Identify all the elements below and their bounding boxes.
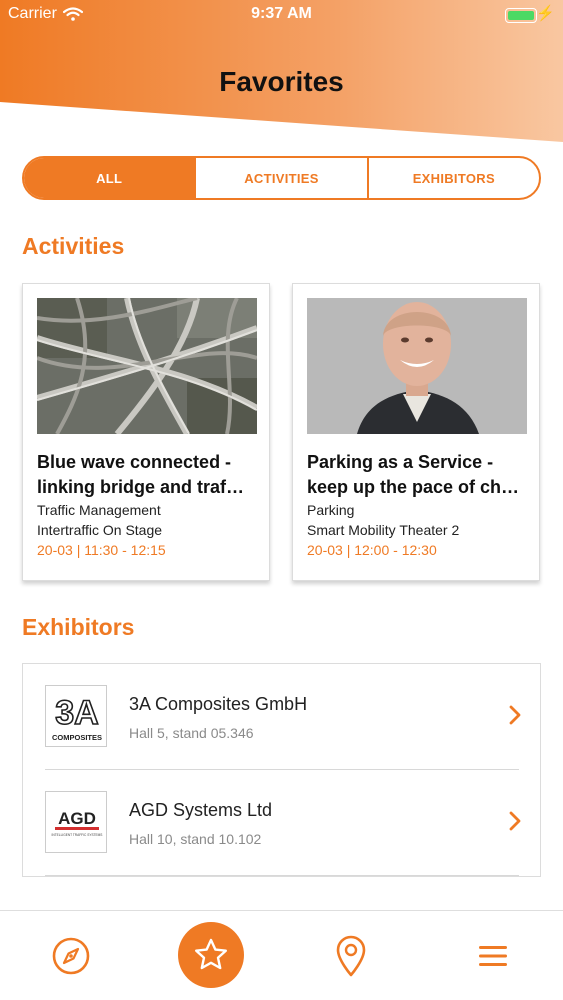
list-divider [45, 875, 519, 876]
charging-bolt-icon: ⚡ [536, 5, 555, 22]
activity-location: Smart Mobility Theater 2 [307, 522, 460, 538]
activity-location: Intertraffic On Stage [37, 522, 163, 538]
exhibitor-stand: Hall 10, stand 10.102 [129, 831, 262, 847]
highway-interchange-photo [37, 298, 257, 434]
activity-title-line-1: Blue wave connected - [37, 452, 232, 472]
page-title: Favorites [219, 66, 344, 97]
logo-subtext: COMPOSITES [52, 733, 102, 742]
exhibitor-logo: AGD INTELLIGENT TRAFFIC SYSTEMS [45, 791, 107, 853]
filter-tab-exhibitors[interactable]: EXHIBITORS [366, 158, 539, 198]
compass-icon[interactable] [51, 936, 91, 976]
map-pin-icon[interactable] [334, 934, 368, 978]
activity-title-line-2: linking bridge and traf… [37, 477, 245, 497]
chevron-right-icon [509, 705, 521, 725]
activity-category: Parking [307, 502, 355, 518]
exhibitor-name: 3A Composites GmbH [129, 694, 308, 714]
activity-title: Parking as a Service - keep up the pace … [307, 450, 531, 500]
menu-icon[interactable] [477, 943, 509, 969]
activity-card[interactable]: Parking as a Service - keep up the pace … [292, 283, 540, 581]
speaker-portrait-photo [307, 298, 527, 434]
activity-time: 20-03 | 12:00 - 12:30 [307, 542, 437, 558]
activity-title: Blue wave connected - linking bridge and… [37, 450, 261, 500]
logo-mark: 3A [55, 694, 98, 732]
activity-card[interactable]: Blue wave connected - linking bridge and… [22, 283, 270, 581]
logo-subtext: INTELLIGENT TRAFFIC SYSTEMS [52, 833, 103, 837]
battery-icon [505, 8, 537, 23]
exhibitors-section-title: Exhibitors [22, 614, 135, 640]
star-icon [195, 938, 227, 970]
exhibitor-stand: Hall 5, stand 05.346 [129, 725, 254, 741]
exhibitor-list: 3A COMPOSITES 3A Composites GmbH Hall 5,… [22, 663, 541, 877]
status-bar: Carrier 9:37 AM ⚡ [0, 0, 563, 30]
filter-tab-activities[interactable]: ACTIVITIES [194, 158, 366, 198]
favorites-tab-button[interactable] [178, 922, 244, 988]
activity-category: Traffic Management [37, 502, 161, 518]
activity-title-line-1: Parking as a Service - [307, 452, 494, 472]
activities-section-title: Activities [22, 233, 125, 259]
filter-tab-all[interactable]: ALL [24, 158, 195, 198]
logo-mark: AGD [58, 809, 96, 828]
favorites-filter: ALL ACTIVITIES EXHIBITORS [22, 156, 541, 200]
chevron-right-icon [509, 811, 521, 831]
exhibitor-name: AGD Systems Ltd [129, 800, 273, 820]
status-time: 9:37 AM [251, 5, 312, 22]
exhibitor-logo: 3A COMPOSITES [45, 685, 107, 747]
activity-time: 20-03 | 11:30 - 12:15 [37, 542, 166, 558]
exhibitor-row-agd-systems[interactable]: AGD INTELLIGENT TRAFFIC SYSTEMS AGD Syst… [23, 770, 540, 876]
exhibitor-row-3a-composites[interactable]: 3A COMPOSITES 3A Composites GmbH Hall 5,… [23, 664, 540, 770]
header: Carrier 9:37 AM ⚡ Favorites [0, 0, 563, 150]
activity-title-line-2: keep up the pace of ch… [307, 477, 520, 497]
